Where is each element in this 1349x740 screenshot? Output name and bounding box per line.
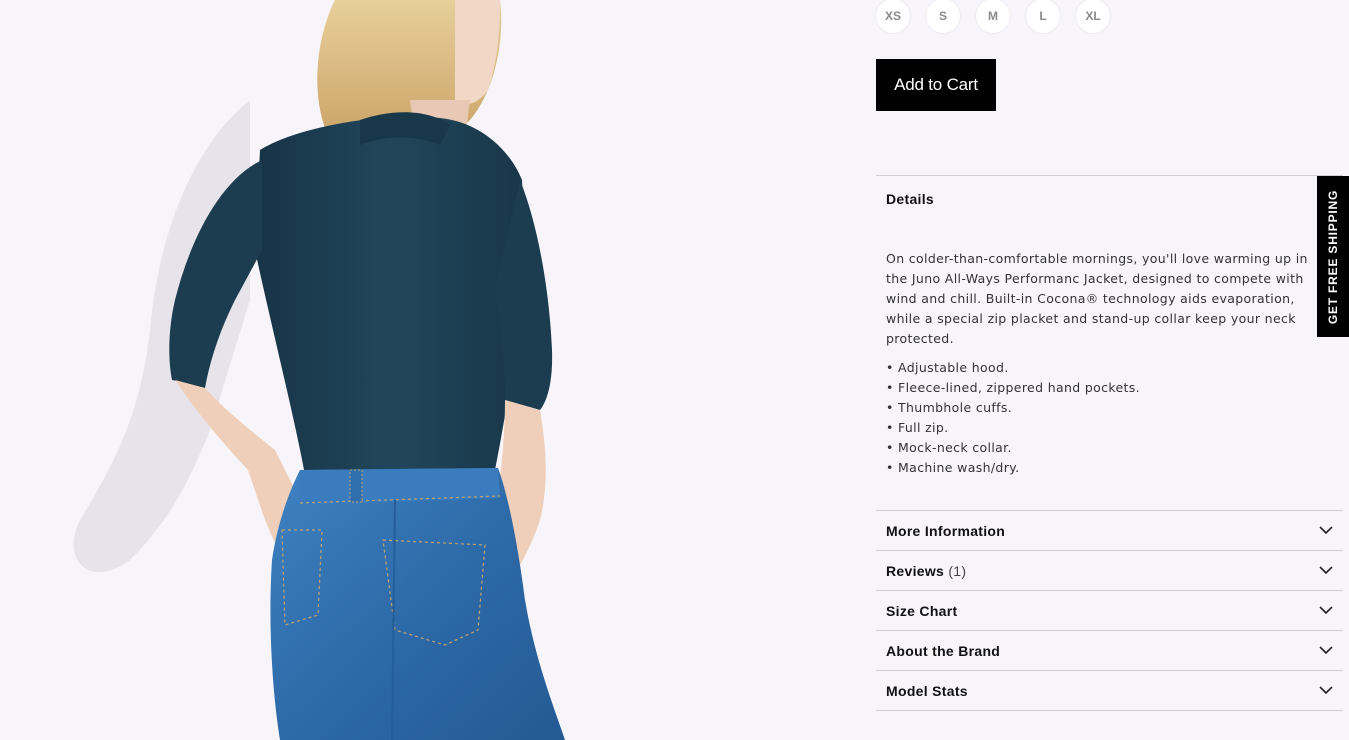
chevron-down-icon <box>1319 646 1333 655</box>
feature-item: • Mock-neck collar. <box>886 440 1012 455</box>
feature-list: • Adjustable hood. • Fleece-lined, zippe… <box>886 358 1333 478</box>
add-to-cart-button[interactable]: Add to Cart <box>876 59 996 111</box>
chevron-down-icon <box>1319 566 1333 575</box>
accordion-reviews[interactable]: Reviews (1) <box>876 550 1343 590</box>
description-line: while a special zip placket and stand-up… <box>886 311 1296 326</box>
accordion-label: About the Brand <box>886 642 1001 659</box>
product-info-panel: XS S M L XL Add to Cart Details On colde… <box>876 0 1344 740</box>
feature-item: • Machine wash/dry. <box>886 460 1020 475</box>
description-line: the Juno All-Ways Performanc Jacket, des… <box>886 271 1304 286</box>
details-title[interactable]: Details <box>876 176 1343 207</box>
description-line: wind and chill. Built-in Cocona® technol… <box>886 291 1295 306</box>
details-section: Details On colder-than-comfortable morni… <box>876 175 1343 478</box>
accordion-label: Model Stats <box>886 682 968 699</box>
reviews-label: Reviews <box>886 562 945 579</box>
accordion-label: More Information <box>886 522 1006 539</box>
chevron-down-icon <box>1319 686 1333 695</box>
description-line: protected. <box>886 331 954 346</box>
accordion-size-chart[interactable]: Size Chart <box>876 590 1343 630</box>
free-shipping-tab[interactable]: GET FREE SHIPPING <box>1317 176 1349 337</box>
reviews-count: (1) <box>948 562 967 579</box>
model-photo <box>73 0 565 740</box>
product-accordion: More Information Reviews (1) Size Chart … <box>876 510 1343 711</box>
size-xs-option[interactable]: XS <box>876 0 910 33</box>
description-line: On colder-than-comfortable mornings, you… <box>886 251 1308 266</box>
size-selector: XS S M L XL <box>876 0 1110 34</box>
size-l-option[interactable]: L <box>1026 0 1060 33</box>
size-xl-option[interactable]: XL <box>1076 0 1110 33</box>
free-shipping-label: GET FREE SHIPPING <box>1326 189 1341 324</box>
chevron-down-icon <box>1319 606 1333 615</box>
chevron-down-icon <box>1319 526 1333 535</box>
accordion-label: Size Chart <box>886 602 958 619</box>
product-page: XS S M L XL Add to Cart Details On colde… <box>0 0 1349 740</box>
feature-item: • Adjustable hood. <box>886 360 1009 375</box>
size-s-option[interactable]: S <box>926 0 960 33</box>
size-m-option[interactable]: M <box>976 0 1010 33</box>
accordion-label: Reviews (1) <box>886 563 966 579</box>
product-image[interactable] <box>0 0 860 740</box>
accordion-about-brand[interactable]: About the Brand <box>876 630 1343 670</box>
feature-item: • Thumbhole cuffs. <box>886 400 1013 415</box>
accordion-model-stats[interactable]: Model Stats <box>876 670 1343 711</box>
accordion-more-information[interactable]: More Information <box>876 510 1343 550</box>
feature-item: • Fleece-lined, zippered hand pockets. <box>886 380 1140 395</box>
details-description: On colder-than-comfortable mornings, you… <box>876 249 1343 478</box>
feature-item: • Full zip. <box>886 420 949 435</box>
